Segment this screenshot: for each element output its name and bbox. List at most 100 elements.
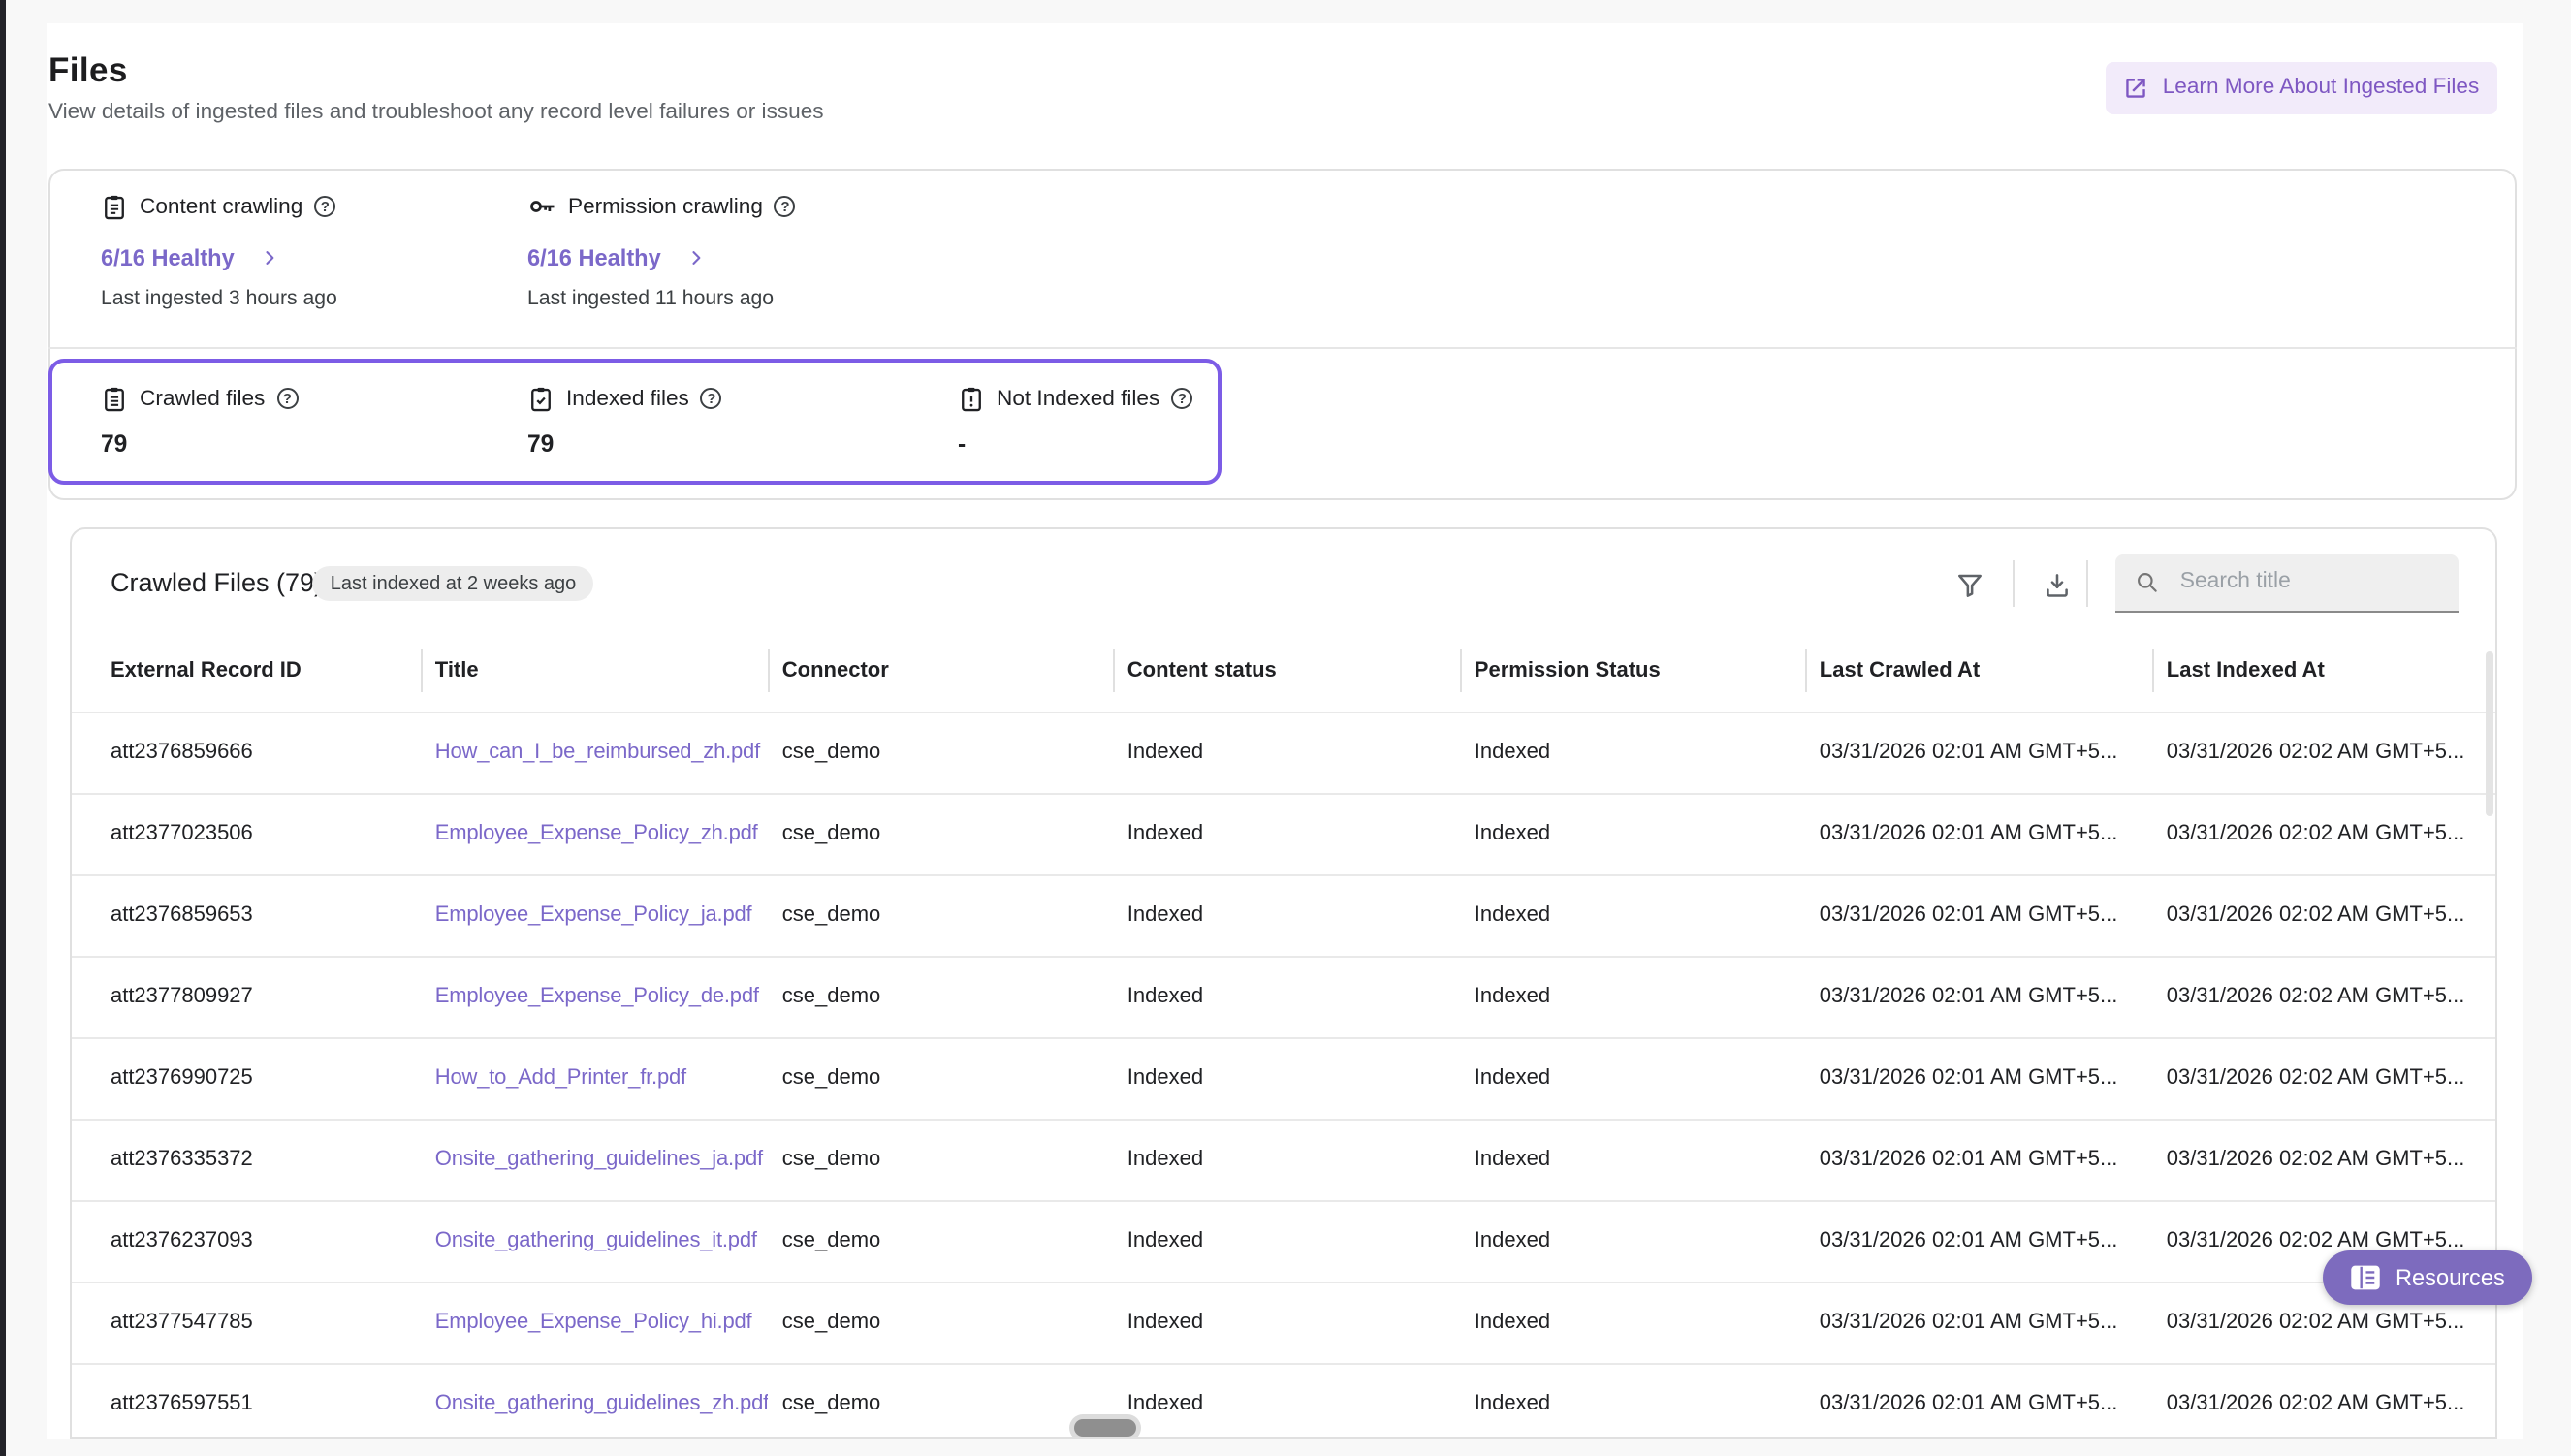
col-content-status: Content status [1114,630,1461,712]
file-title-link[interactable]: Employee_Expense_Policy_hi.pdf [435,1311,752,1334]
indexed-files-value: 79 [527,430,722,458]
table-row[interactable]: att2377809927 Employee_Expense_Policy_de… [73,956,2497,1037]
clipboard-list-icon [101,385,128,412]
clipboard-alert-icon [958,385,985,412]
search-input[interactable] [2176,568,2436,595]
cell-external-record-id: att2376990725 [73,1037,422,1119]
resources-button[interactable]: Resources [2322,1250,2532,1304]
cell-last-indexed: 03/31/2026 02:02 AM GMT+5... [2153,793,2497,874]
table-row[interactable]: att2376859653 Employee_Expense_Policy_ja… [73,874,2497,956]
cell-permission-status: Indexed [1461,1200,1806,1282]
cell-title: How_can_I_be_reimbursed_zh.pdf [422,712,769,793]
col-external-record-id: External Record ID [73,630,422,712]
cell-external-record-id: att2376859666 [73,712,422,793]
chevron-right-icon [686,248,706,268]
crawled-files-label: Crawled files [140,387,265,410]
search-icon [2136,569,2161,594]
indexed-files-stat: Indexed files ? 79 [527,384,722,458]
file-title-link[interactable]: How_can_I_be_reimbursed_zh.pdf [435,741,760,764]
file-stats-card[interactable]: Crawled files ? 79 Indexed files ? 79 No… [48,359,1222,484]
not-indexed-files-stat: Not Indexed files ? - [958,384,1192,458]
table-header-row: External Record ID Title Connector Conte… [73,630,2497,712]
cell-last-indexed: 03/31/2026 02:02 AM GMT+5... [2153,956,2497,1037]
cell-connector: cse_demo [769,1119,1114,1200]
cell-last-crawled: 03/31/2026 02:01 AM GMT+5... [1806,1363,2153,1438]
cell-permission-status: Indexed [1461,956,1806,1037]
cell-external-record-id: att2377809927 [73,956,422,1037]
cell-last-indexed: 03/31/2026 02:02 AM GMT+5... [2153,874,2497,956]
cell-external-record-id: att2376335372 [73,1119,422,1200]
help-icon[interactable]: ? [314,196,335,217]
help-icon[interactable]: ? [775,196,796,217]
table-row[interactable]: att2376859666 How_can_I_be_reimbursed_zh… [73,712,2497,793]
cell-last-crawled: 03/31/2026 02:01 AM GMT+5... [1806,874,2153,956]
table-row[interactable]: att2376335372 Onsite_gathering_guideline… [73,1119,2497,1200]
sidebar-edge [0,0,5,1456]
cell-last-crawled: 03/31/2026 02:01 AM GMT+5... [1806,712,2153,793]
help-icon[interactable]: ? [1171,388,1192,409]
learn-more-button[interactable]: Learn More About Ingested Files [2106,62,2497,113]
file-title-link[interactable]: Employee_Expense_Policy_de.pdf [435,985,759,1008]
cell-permission-status: Indexed [1461,1363,1806,1438]
help-icon[interactable]: ? [276,388,298,409]
file-title-link[interactable]: Onsite_gathering_guidelines_ja.pdf [435,1148,763,1171]
file-title-link[interactable]: Employee_Expense_Policy_ja.pdf [435,903,752,927]
table-row[interactable]: att2377023506 Employee_Expense_Policy_zh… [73,793,2497,874]
cell-title: Onsite_gathering_guidelines_ja.pdf [422,1119,769,1200]
cell-content-status: Indexed [1114,1363,1461,1438]
table-row[interactable]: att2376237093 Onsite_gathering_guideline… [73,1200,2497,1282]
cell-connector: cse_demo [769,1282,1114,1363]
toolbar-divider [2014,560,2016,607]
content-health-text: 6/16 Healthy [101,244,235,271]
help-icon[interactable]: ? [701,388,722,409]
table-row[interactable]: att2376990725 How_to_Add_Printer_fr.pdf … [73,1037,2497,1119]
permission-last-ingested: Last ingested 11 hours ago [527,287,796,310]
content-crawling-label: Content crawling [140,195,302,218]
search-box [2116,554,2460,612]
learn-more-label: Learn More About Ingested Files [2163,77,2480,100]
cell-connector: cse_demo [769,793,1114,874]
permission-crawling-section: Permission crawling ? 6/16 Healthy Last … [527,192,796,310]
cell-title: Employee_Expense_Policy_hi.pdf [422,1282,769,1363]
not-indexed-files-label: Not Indexed files [997,387,1159,410]
content-crawling-health-link[interactable]: 6/16 Healthy [101,244,337,271]
col-connector: Connector [769,630,1114,712]
cell-connector: cse_demo [769,1363,1114,1438]
cell-title: Employee_Expense_Policy_ja.pdf [422,874,769,956]
cell-last-indexed: 03/31/2026 02:02 AM GMT+5... [2153,1037,2497,1119]
cell-connector: cse_demo [769,874,1114,956]
vertical-scrollbar-thumb[interactable] [2487,651,2493,816]
file-title-link[interactable]: Onsite_gathering_guidelines_zh.pdf [435,1392,769,1415]
cell-content-status: Indexed [1114,1037,1461,1119]
cell-title: How_to_Add_Printer_fr.pdf [422,1037,769,1119]
cell-last-indexed: 03/31/2026 02:02 AM GMT+5... [2153,1119,2497,1200]
cell-content-status: Indexed [1114,712,1461,793]
table-row[interactable]: att2376597551 Onsite_gathering_guideline… [73,1363,2497,1438]
col-last-indexed-at: Last Indexed At [2153,630,2497,712]
page-title: Files [48,50,128,91]
file-title-link[interactable]: Onsite_gathering_guidelines_it.pdf [435,1229,757,1252]
cell-last-crawled: 03/31/2026 02:01 AM GMT+5... [1806,1119,2153,1200]
chevron-right-icon [260,248,279,268]
table-row[interactable]: att2377547785 Employee_Expense_Policy_hi… [73,1282,2497,1363]
summary-divider [48,348,2517,350]
download-button[interactable] [2039,566,2078,605]
permission-crawling-label: Permission crawling [568,195,763,218]
file-title-link[interactable]: How_to_Add_Printer_fr.pdf [435,1066,686,1090]
crawled-files-card: Crawled Files (79) Last indexed at 2 wee… [71,527,2497,1438]
permission-crawling-health-link[interactable]: 6/16 Healthy [527,244,796,271]
content-crawling-section: Content crawling ? 6/16 Healthy Last ing… [101,192,337,310]
cell-permission-status: Indexed [1461,1119,1806,1200]
filter-button[interactable] [1952,566,1990,605]
file-title-link[interactable]: Employee_Expense_Policy_zh.pdf [435,822,758,845]
cell-external-record-id: att2376859653 [73,874,422,956]
resources-icon [2349,1264,2380,1291]
cell-external-record-id: att2377023506 [73,793,422,874]
cell-last-indexed: 03/31/2026 02:02 AM GMT+5... [2153,712,2497,793]
key-icon [527,192,556,221]
cell-content-status: Indexed [1114,874,1461,956]
resources-label: Resources [2396,1264,2505,1291]
cell-content-status: Indexed [1114,1282,1461,1363]
horizontal-scrollbar-thumb[interactable] [1075,1419,1136,1436]
cell-last-crawled: 03/31/2026 02:01 AM GMT+5... [1806,1282,2153,1363]
